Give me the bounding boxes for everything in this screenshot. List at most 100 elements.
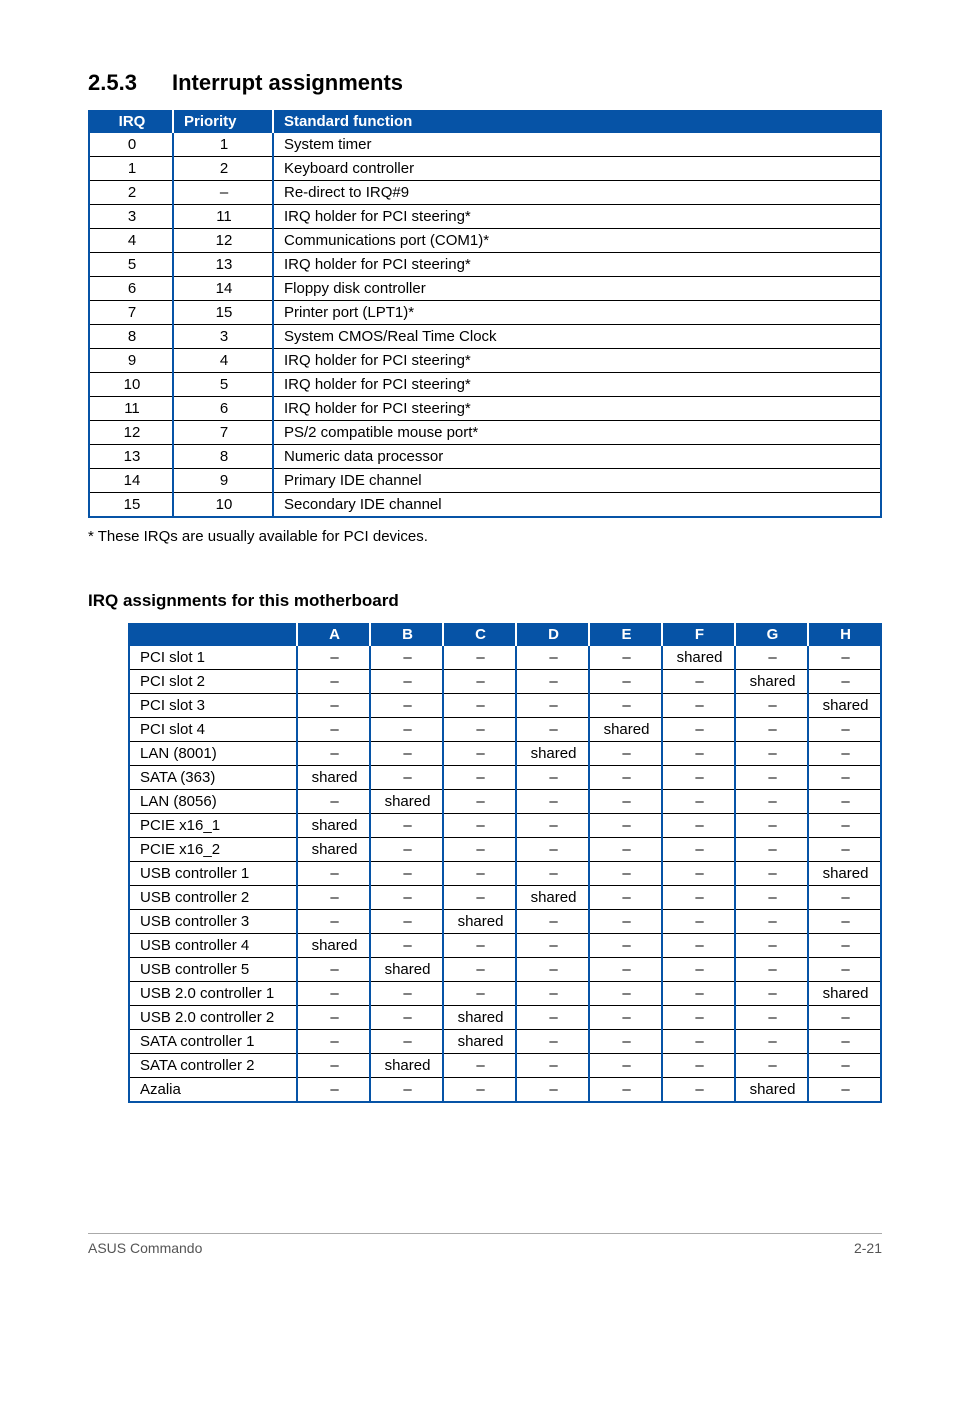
- table-cell: –: [735, 958, 808, 982]
- table-cell: –: [443, 838, 516, 862]
- table-cell: 6: [173, 397, 273, 421]
- table-cell: USB controller 2: [129, 886, 297, 910]
- table-cell: –: [662, 886, 735, 910]
- table-cell: –: [370, 646, 443, 670]
- t2-header: G: [735, 623, 808, 646]
- table-cell: –: [297, 862, 370, 886]
- table-cell: –: [297, 1054, 370, 1078]
- table-cell: –: [370, 862, 443, 886]
- table-cell: IRQ holder for PCI steering*: [273, 397, 881, 421]
- table-cell: –: [297, 670, 370, 694]
- table-cell: –: [662, 790, 735, 814]
- table-cell: PCI slot 3: [129, 694, 297, 718]
- table-cell: 13: [173, 253, 273, 277]
- table-cell: –: [370, 766, 443, 790]
- table-cell: SATA controller 2: [129, 1054, 297, 1078]
- table-cell: –: [297, 742, 370, 766]
- table-cell: –: [297, 1006, 370, 1030]
- table-row: USB controller 5–shared––––––: [129, 958, 881, 982]
- table-cell: –: [516, 1006, 589, 1030]
- table-cell: PCI slot 4: [129, 718, 297, 742]
- table-cell: –: [662, 958, 735, 982]
- table-cell: 1: [89, 157, 173, 181]
- table-cell: –: [516, 910, 589, 934]
- t1-h1: IRQ: [89, 110, 173, 133]
- table-cell: –: [297, 1030, 370, 1054]
- table-cell: shared: [662, 646, 735, 670]
- table-cell: –: [370, 886, 443, 910]
- table-cell: 11: [89, 397, 173, 421]
- table-cell: –: [297, 718, 370, 742]
- table-cell: 2: [89, 181, 173, 205]
- table-row: 105IRQ holder for PCI steering*: [89, 373, 881, 397]
- table-row: 83System CMOS/Real Time Clock: [89, 325, 881, 349]
- table-row: 715Printer port (LPT1)*: [89, 301, 881, 325]
- page-footer: ASUS Commando 2-21: [88, 1233, 882, 1256]
- table-cell: –: [370, 670, 443, 694]
- table-cell: shared: [516, 886, 589, 910]
- table-row: USB 2.0 controller 1–––––––shared: [129, 982, 881, 1006]
- table-row: 513IRQ holder for PCI steering*: [89, 253, 881, 277]
- t1-h3: Standard function: [273, 110, 881, 133]
- table-cell: 15: [89, 493, 173, 518]
- table-cell: –: [589, 886, 662, 910]
- table-cell: –: [735, 910, 808, 934]
- table-cell: 4: [173, 349, 273, 373]
- table-cell: –: [516, 646, 589, 670]
- table-cell: shared: [370, 790, 443, 814]
- table-cell: 5: [89, 253, 173, 277]
- table-cell: shared: [443, 910, 516, 934]
- table-row: 614Floppy disk controller: [89, 277, 881, 301]
- table-cell: 7: [173, 421, 273, 445]
- table-cell: –: [297, 958, 370, 982]
- table-cell: 14: [89, 469, 173, 493]
- table-cell: shared: [808, 982, 881, 1006]
- table-cell: shared: [808, 694, 881, 718]
- table-cell: –: [443, 646, 516, 670]
- table-cell: 12: [89, 421, 173, 445]
- table-cell: –: [735, 790, 808, 814]
- table-cell: shared: [443, 1006, 516, 1030]
- table-cell: –: [589, 1030, 662, 1054]
- table-cell: 8: [173, 445, 273, 469]
- table-row: 12Keyboard controller: [89, 157, 881, 181]
- table-cell: –: [443, 1054, 516, 1078]
- table-cell: –: [735, 886, 808, 910]
- table-cell: –: [735, 766, 808, 790]
- table-row: LAN (8001)–––shared––––: [129, 742, 881, 766]
- table-row: SATA controller 2–shared––––––: [129, 1054, 881, 1078]
- t2-header: F: [662, 623, 735, 646]
- table-cell: –: [297, 886, 370, 910]
- table-cell: Communications port (COM1)*: [273, 229, 881, 253]
- table-cell: 10: [173, 493, 273, 518]
- table-cell: 9: [89, 349, 173, 373]
- table-cell: –: [516, 958, 589, 982]
- table-cell: –: [443, 814, 516, 838]
- table-cell: 14: [173, 277, 273, 301]
- table-cell: –: [370, 838, 443, 862]
- table-cell: PCI slot 2: [129, 670, 297, 694]
- table-cell: 5: [173, 373, 273, 397]
- table-cell: –: [662, 1078, 735, 1103]
- table-cell: –: [589, 910, 662, 934]
- table-cell: –: [735, 934, 808, 958]
- table-cell: –: [808, 742, 881, 766]
- table-cell: SATA controller 1: [129, 1030, 297, 1054]
- table-cell: –: [735, 862, 808, 886]
- t2-header: H: [808, 623, 881, 646]
- table-cell: –: [589, 814, 662, 838]
- table-row: LAN (8056)–shared––––––: [129, 790, 881, 814]
- table-cell: –: [173, 181, 273, 205]
- table-cell: –: [808, 670, 881, 694]
- table-cell: –: [735, 1054, 808, 1078]
- table-row: SATA (363)shared–––––––: [129, 766, 881, 790]
- table-row: PCIE x16_1shared–––––––: [129, 814, 881, 838]
- table-cell: –: [516, 982, 589, 1006]
- table-cell: –: [589, 982, 662, 1006]
- table-cell: –: [808, 886, 881, 910]
- table-row: 94IRQ holder for PCI steering*: [89, 349, 881, 373]
- table-cell: –: [443, 718, 516, 742]
- section-number: 2.5.3: [88, 70, 172, 96]
- table-cell: –: [589, 838, 662, 862]
- table-row: PCI slot 2––––––shared–: [129, 670, 881, 694]
